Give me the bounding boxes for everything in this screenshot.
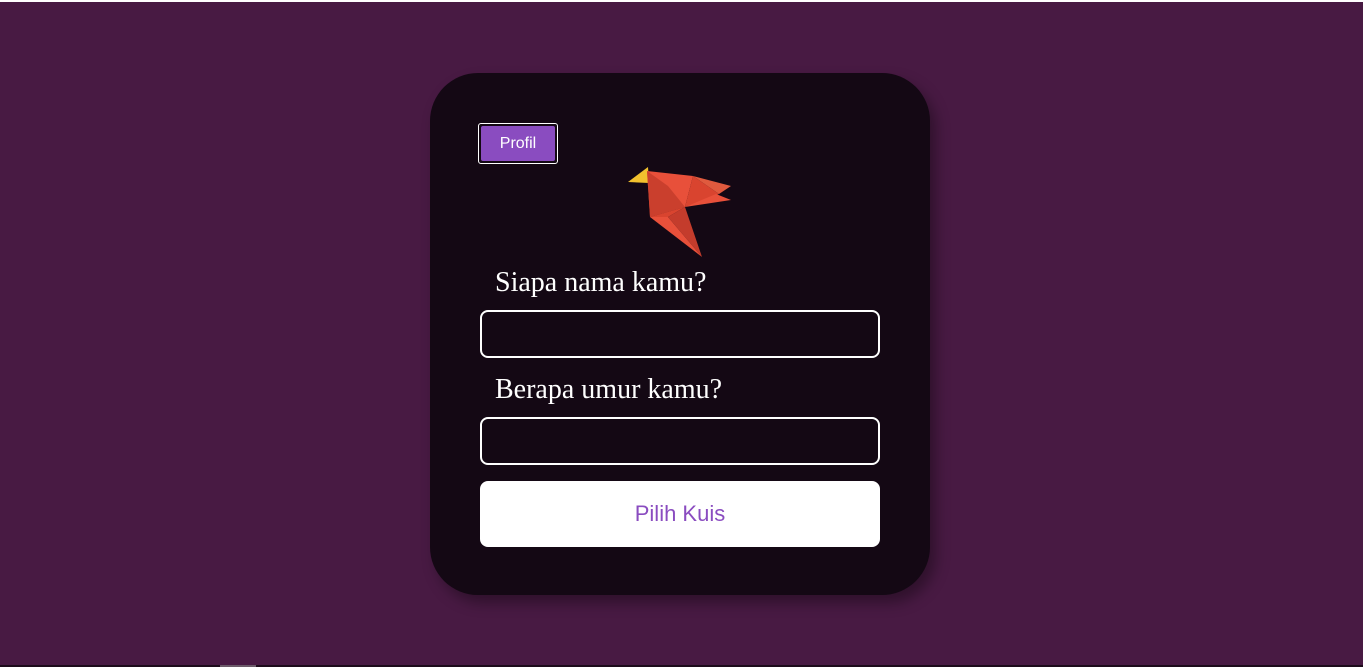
age-input[interactable] xyxy=(480,417,880,465)
age-label: Berapa umur kamu? xyxy=(495,374,723,405)
name-input[interactable] xyxy=(480,310,880,358)
origami-bird-icon xyxy=(628,167,731,257)
login-card: Profil Siapa nama kamu? Berapa umur kamu… xyxy=(430,73,930,595)
name-label: Siapa nama kamu? xyxy=(495,267,707,298)
profile-button-label: Profil xyxy=(481,126,555,161)
profile-button[interactable]: Profil xyxy=(478,123,558,164)
choose-quiz-button[interactable]: Pilih Kuis xyxy=(480,481,880,547)
